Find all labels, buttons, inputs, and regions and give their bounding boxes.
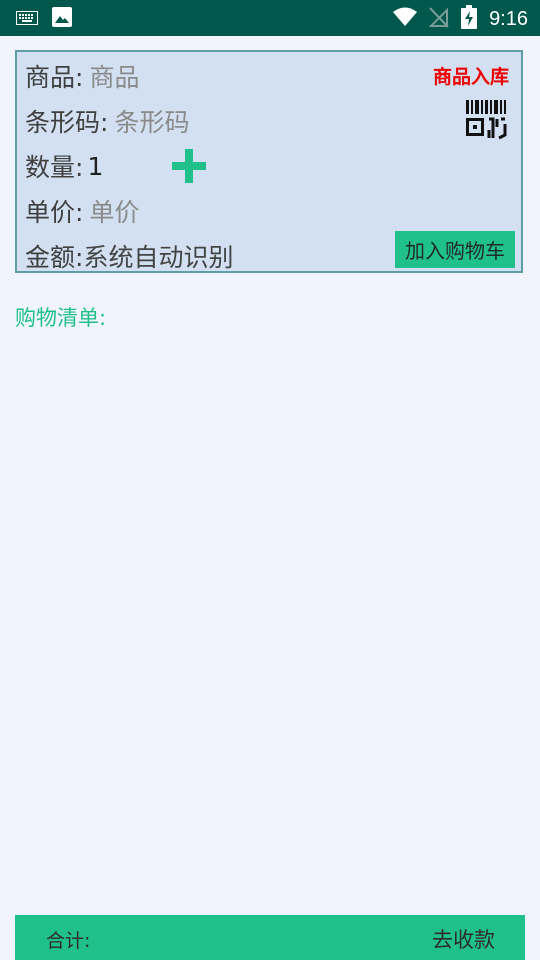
no-signal-icon [428,6,449,32]
price-row: 单价: 单价 [25,193,139,229]
stock-in-link[interactable]: 商品入库 [433,62,509,89]
wifi-icon [393,7,418,31]
amount-label: 金额: [25,243,84,272]
keyboard-icon [16,10,38,29]
barcode-row: 条形码: 条形码 [25,103,189,139]
amount-row: 金额: 系统自动识别 [25,238,233,274]
total-label: 合计: [46,930,91,952]
product-label: 商品: [25,63,84,92]
quantity-label: 数量: [25,153,84,182]
plus-icon[interactable] [170,147,208,185]
product-row: 商品: 商品 [25,58,139,94]
battery-charging-icon [461,5,478,33]
bottom-bar: 合计: 去收款 [15,915,525,960]
barcode-input[interactable]: 条形码 [114,103,189,139]
product-input[interactable]: 商品 [89,58,139,94]
barcode-scan-icon[interactable] [465,100,507,140]
barcode-label: 条形码: [25,108,109,137]
price-label: 单价: [25,198,84,227]
cart-list[interactable] [15,340,525,900]
price-input[interactable]: 单价 [89,193,139,229]
amount-value: 系统自动识别 [83,243,234,272]
quantity-row: 数量: 1 [25,148,103,184]
product-entry-card: 商品: 商品 商品入库 条形码: 条形码 数量: 1 单价: 单价 金额: 系统… [15,50,523,273]
quantity-input[interactable]: 1 [87,152,103,181]
checkout-button[interactable]: 去收款 [432,924,495,954]
status-time: 9:16 [489,8,528,30]
image-icon [52,7,72,31]
status-bar: 9:16 [0,0,540,36]
cart-title: 购物清单: [15,306,107,330]
add-to-cart-button[interactable]: 加入购物车 [395,231,515,268]
